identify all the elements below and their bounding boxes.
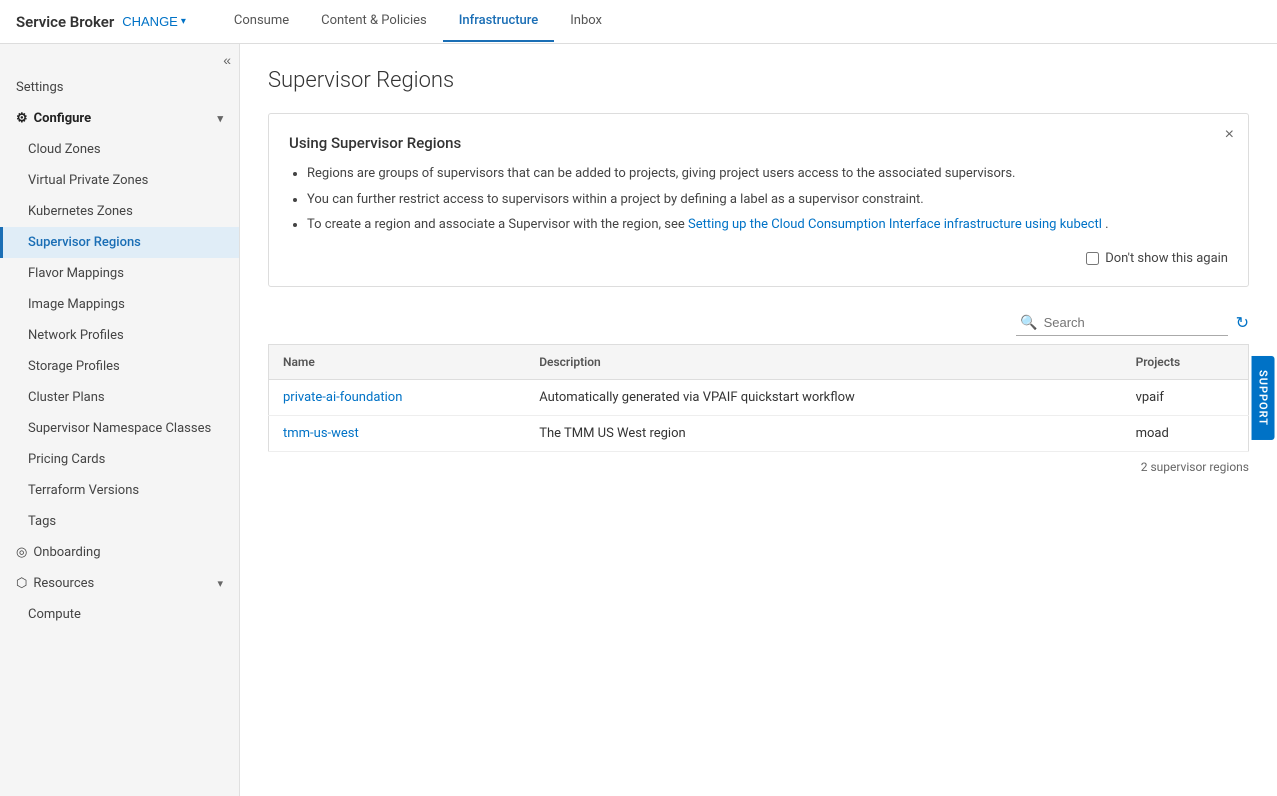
col-description: Description: [525, 344, 1121, 379]
sidebar-item-flavor-mappings[interactable]: Flavor Mappings: [0, 258, 239, 289]
sidebar-item-kubernetes-zones[interactable]: Kubernetes Zones: [0, 196, 239, 227]
regions-table: Name Description Projects private-ai-fou…: [268, 344, 1249, 452]
info-box-title: Using Supervisor Regions: [289, 134, 1228, 152]
sidebar-item-settings[interactable]: Settings: [0, 72, 239, 103]
row-2-description: The TMM US West region: [525, 415, 1121, 451]
info-box-bullet-1: Regions are groups of supervisors that c…: [307, 164, 1228, 184]
info-box-link[interactable]: Setting up the Cloud Consumption Interfa…: [688, 217, 1102, 232]
sidebar-item-virtual-private-zones[interactable]: Virtual Private Zones: [0, 165, 239, 196]
chevron-down-icon: ▾: [181, 16, 186, 27]
sidebar-item-storage-profiles[interactable]: Storage Profiles: [0, 351, 239, 382]
top-bar: Service Broker CHANGE ▾ Consume Content …: [0, 0, 1277, 44]
table-count: 2 supervisor regions: [1141, 460, 1249, 474]
onboarding-icon: ◎: [16, 545, 27, 560]
gear-icon: ⚙: [16, 111, 28, 126]
row-1-name: private-ai-foundation: [269, 379, 526, 415]
top-navigation: Consume Content & Policies Infrastructur…: [218, 1, 618, 42]
search-box: 🔍: [1016, 311, 1227, 336]
row-2-name: tmm-us-west: [269, 415, 526, 451]
sidebar-item-cloud-zones[interactable]: Cloud Zones: [0, 134, 239, 165]
sidebar-item-terraform-versions[interactable]: Terraform Versions: [0, 475, 239, 506]
table-row: tmm-us-west The TMM US West region moad: [269, 415, 1249, 451]
main-layout: « Settings ⚙ Configure ▾ Cloud Zones Vir…: [0, 44, 1277, 796]
info-box-footer: Don't show this again: [289, 251, 1228, 266]
info-box-bullet-3: To create a region and associate a Super…: [307, 215, 1228, 235]
chevron-down-icon: ▾: [217, 577, 223, 590]
search-input[interactable]: [1044, 315, 1224, 330]
nav-consume[interactable]: Consume: [218, 1, 305, 42]
table-body: private-ai-foundation Automatically gene…: [269, 379, 1249, 451]
info-box: Using Supervisor Regions × Regions are g…: [268, 113, 1249, 287]
nav-inbox[interactable]: Inbox: [554, 1, 618, 42]
sidebar-item-compute[interactable]: Compute: [0, 599, 239, 630]
sidebar-collapse-button[interactable]: «: [223, 52, 231, 68]
sidebar-collapse-area: «: [0, 44, 239, 72]
sidebar-item-supervisor-namespace-classes[interactable]: Supervisor Namespace Classes: [0, 413, 239, 444]
sidebar-item-network-profiles[interactable]: Network Profiles: [0, 320, 239, 351]
app-title: Service Broker: [16, 13, 114, 31]
dont-show-checkbox[interactable]: [1086, 252, 1099, 265]
search-icon: 🔍: [1020, 315, 1037, 331]
row-1-description: Automatically generated via VPAIF quicks…: [525, 379, 1121, 415]
sidebar: « Settings ⚙ Configure ▾ Cloud Zones Vir…: [0, 44, 240, 796]
info-box-close-button[interactable]: ×: [1225, 126, 1234, 144]
refresh-button[interactable]: ↻: [1236, 313, 1249, 333]
page-title: Supervisor Regions: [268, 68, 1249, 93]
sidebar-item-resources[interactable]: ⬡ Resources ▾: [0, 568, 239, 599]
support-tab[interactable]: SUPPORT: [1251, 356, 1274, 440]
nav-infrastructure[interactable]: Infrastructure: [443, 1, 555, 42]
col-projects: Projects: [1122, 344, 1249, 379]
col-name: Name: [269, 344, 526, 379]
sidebar-item-image-mappings[interactable]: Image Mappings: [0, 289, 239, 320]
change-button[interactable]: CHANGE ▾: [122, 14, 186, 29]
table-toolbar: 🔍 ↻: [268, 311, 1249, 336]
sidebar-item-pricing-cards[interactable]: Pricing Cards: [0, 444, 239, 475]
sidebar-item-onboarding[interactable]: ◎ Onboarding: [0, 537, 239, 568]
sidebar-item-supervisor-regions[interactable]: Supervisor Regions: [0, 227, 239, 258]
dont-show-checkbox-label[interactable]: Don't show this again: [1086, 251, 1228, 266]
table-footer: 2 supervisor regions: [268, 452, 1249, 482]
sidebar-item-cluster-plans[interactable]: Cluster Plans: [0, 382, 239, 413]
sidebar-item-configure[interactable]: ⚙ Configure ▾: [0, 103, 239, 134]
table-row: private-ai-foundation Automatically gene…: [269, 379, 1249, 415]
nav-content-policies[interactable]: Content & Policies: [305, 1, 443, 42]
info-box-bullet-2: You can further restrict access to super…: [307, 190, 1228, 210]
row-1-name-link[interactable]: private-ai-foundation: [283, 390, 402, 405]
table-header: Name Description Projects: [269, 344, 1249, 379]
row-2-projects: moad: [1122, 415, 1249, 451]
sidebar-item-tags[interactable]: Tags: [0, 506, 239, 537]
main-content: Supervisor Regions Using Supervisor Regi…: [240, 44, 1277, 796]
chevron-up-icon: ▾: [217, 112, 223, 125]
row-2-name-link[interactable]: tmm-us-west: [283, 426, 359, 441]
resources-icon: ⬡: [16, 576, 27, 591]
info-box-list: Regions are groups of supervisors that c…: [289, 164, 1228, 235]
row-1-projects: vpaif: [1122, 379, 1249, 415]
